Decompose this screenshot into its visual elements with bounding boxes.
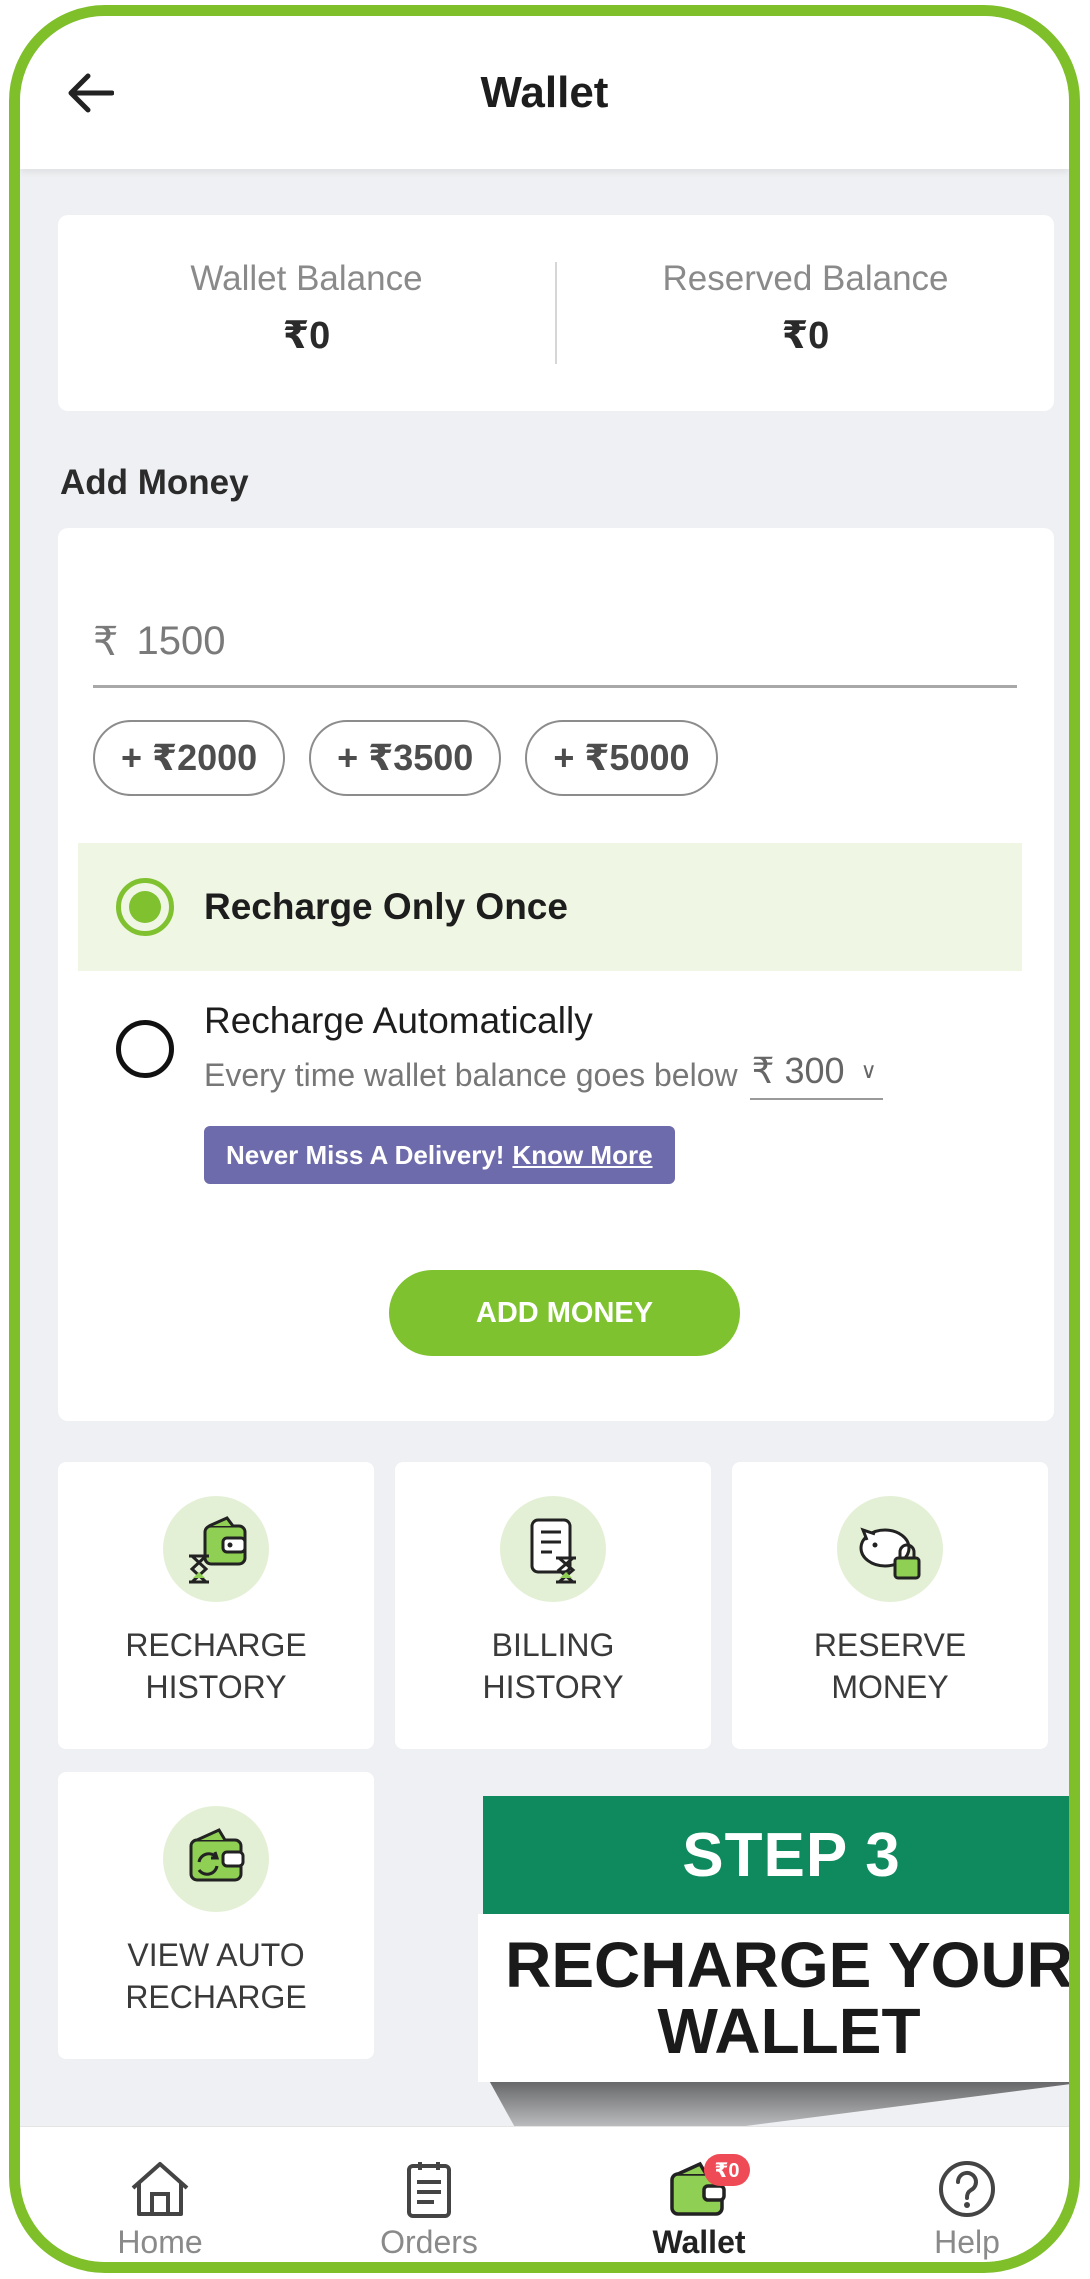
- chevron-down-icon: ∨: [860, 1058, 877, 1083]
- wallet-balance-value: ₹0: [282, 315, 331, 357]
- nav-orders-label: Orders: [380, 2224, 478, 2260]
- clipboard-icon: [407, 2162, 451, 2218]
- step-banner-title: STEP 3: [483, 1796, 1069, 1914]
- recharge-history-label: RECHARGE HISTORY: [125, 1627, 307, 1705]
- home-icon: [131, 2162, 189, 2216]
- recharge-auto-label: Recharge Automatically: [204, 1000, 593, 1041]
- balance-card: Wallet Balance ₹0 Reserved Balance ₹0: [58, 215, 1054, 411]
- add-money-card: ₹ + ₹2000 + ₹3500 + ₹5000 Recharge Only …: [58, 528, 1054, 1421]
- nav-home[interactable]: Home: [85, 2158, 235, 2261]
- piggy-bank-lock-icon: [837, 1496, 943, 1602]
- wallet-balance-label: Wallet Balance: [190, 259, 423, 298]
- nav-wallet-label: Wallet: [652, 2224, 746, 2260]
- nav-wallet[interactable]: ₹0 Wallet: [624, 2154, 774, 2261]
- radio-selected[interactable]: [116, 878, 174, 936]
- promo-tag: Never Miss A Delivery! Know More: [204, 1126, 675, 1184]
- reserved-balance: Reserved Balance ₹0: [557, 215, 1054, 411]
- phone-frame: Wallet Wallet Balance ₹0 Reserved Balanc…: [9, 5, 1080, 2273]
- billing-history-tile[interactable]: BILLING HISTORY: [395, 1462, 711, 1749]
- quick-amounts: + ₹2000 + ₹3500 + ₹5000: [93, 720, 718, 796]
- auto-subtitle-text: Every time wallet balance goes below: [204, 1056, 738, 1093]
- reserve-money-label: RESERVE MONEY: [813, 1627, 967, 1705]
- reserve-money-tile[interactable]: RESERVE MONEY: [732, 1462, 1048, 1749]
- nav-help-label: Help: [934, 2224, 1000, 2260]
- page-title: Wallet: [480, 68, 609, 117]
- recharge-once-option[interactable]: Recharge Only Once: [78, 843, 1022, 971]
- wallet-refresh-icon: [163, 1806, 269, 1912]
- quick-amount-3500[interactable]: + ₹3500: [309, 720, 502, 796]
- quick-amount-2000[interactable]: + ₹2000: [93, 720, 286, 796]
- recharge-history-tile[interactable]: RECHARGE HISTORY: [58, 1462, 374, 1749]
- recharge-auto-subtitle: Every time wallet balance goes below ₹ 3…: [204, 1050, 883, 1100]
- amount-field[interactable]: ₹: [93, 598, 1017, 688]
- step-banner-text: RECHARGE YOUR WALLET: [478, 1914, 1069, 2082]
- rupee-symbol: ₹: [93, 619, 119, 664]
- nav-home-label: Home: [117, 2224, 203, 2260]
- add-money-button[interactable]: ADD MONEY: [389, 1270, 740, 1356]
- add-money-heading: Add Money: [60, 463, 249, 502]
- recharge-once-label: Recharge Only Once: [204, 886, 568, 927]
- know-more-link[interactable]: Know More: [512, 1140, 652, 1171]
- promo-text: Never Miss A Delivery!: [226, 1139, 505, 1170]
- reserved-balance-value: ₹0: [781, 315, 830, 357]
- billing-history-label: BILLING HISTORY: [482, 1627, 624, 1705]
- threshold-value: ₹ 300: [751, 1050, 845, 1091]
- amount-input[interactable]: [136, 619, 837, 664]
- view-auto-recharge-label: VIEW AUTO RECHARGE: [125, 1937, 307, 2015]
- wallet-hourglass-icon: [163, 1496, 269, 1602]
- nav-help[interactable]: Help: [892, 2158, 1042, 2261]
- wallet-balance: Wallet Balance ₹0: [58, 215, 555, 411]
- nav-orders[interactable]: Orders: [354, 2158, 504, 2261]
- help-icon: [939, 2161, 995, 2217]
- radio-unselected[interactable]: [116, 1020, 174, 1078]
- app-header: Wallet: [20, 16, 1069, 169]
- reserved-balance-label: Reserved Balance: [662, 259, 949, 298]
- quick-amount-5000[interactable]: + ₹5000: [525, 720, 718, 796]
- threshold-dropdown[interactable]: ₹ 300 ∨: [749, 1050, 883, 1100]
- bill-hourglass-icon: [500, 1496, 606, 1602]
- wallet-badge: ₹0: [704, 2154, 750, 2186]
- view-auto-recharge-tile[interactable]: VIEW AUTO RECHARGE: [58, 1772, 374, 2059]
